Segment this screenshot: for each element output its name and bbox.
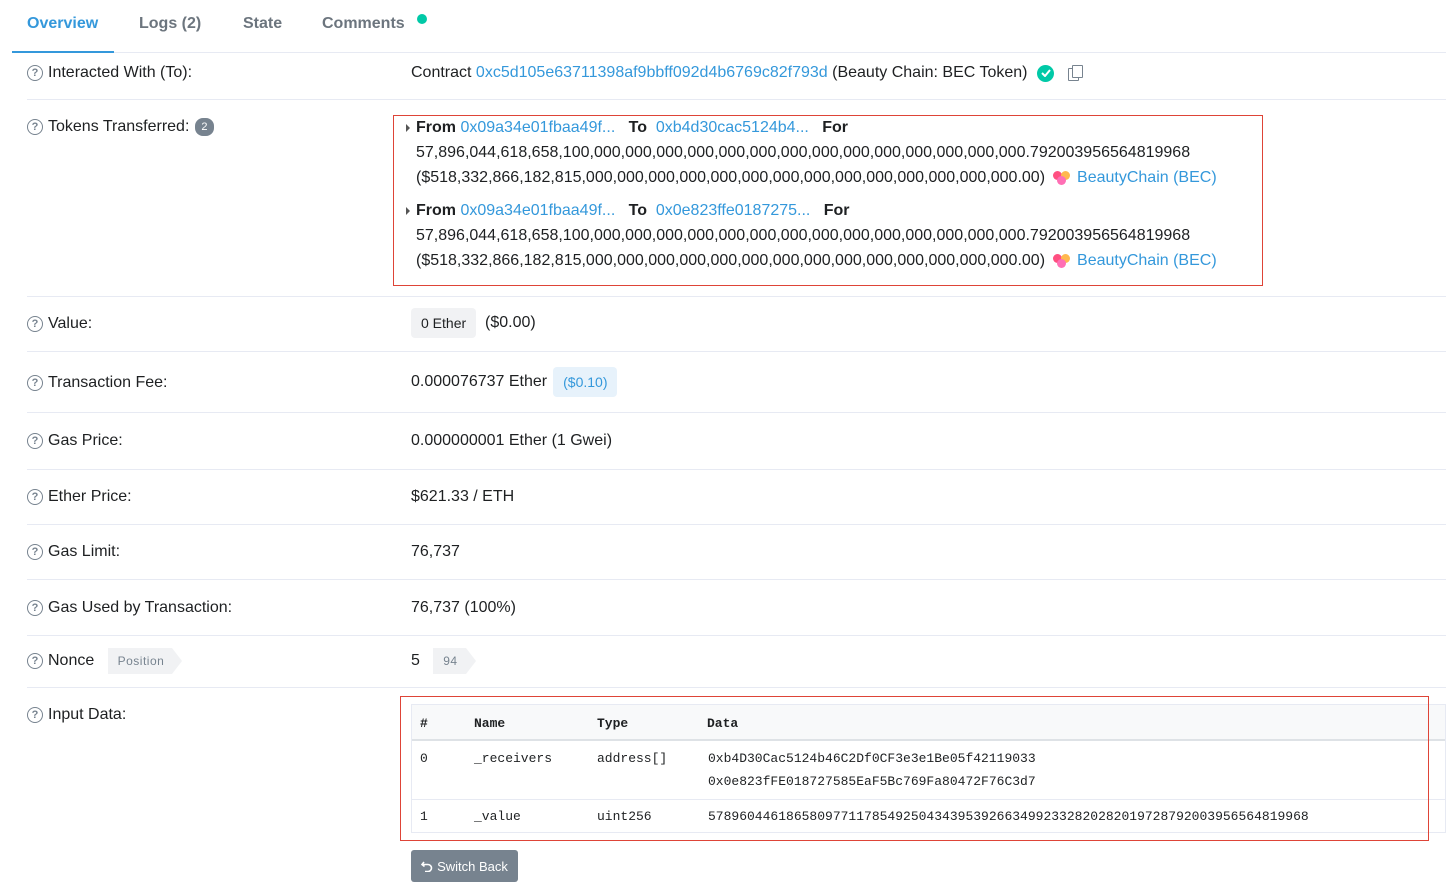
row-value: ? Value: 0 Ether ($0.00) bbox=[27, 297, 1446, 352]
fee-usd-badge: ($0.10) bbox=[553, 367, 618, 397]
transfer-amount: 57,896,044,618,658,100,000,000,000,000,0… bbox=[416, 227, 1191, 244]
value-usd: ($0.00) bbox=[485, 314, 536, 331]
contract-prefix: Contract bbox=[411, 64, 472, 81]
row-nonce: ? Nonce Position 5 94 bbox=[27, 636, 1446, 688]
transaction-fee-label: Transaction Fee: bbox=[48, 374, 168, 391]
comments-notification-dot bbox=[417, 14, 427, 24]
interacted-with-label: Interacted With (To): bbox=[48, 64, 193, 81]
position-tag: Position bbox=[107, 648, 182, 674]
to-address-link[interactable]: 0xb4d30cac5124b4... bbox=[656, 115, 809, 140]
verified-check-icon bbox=[1037, 64, 1055, 82]
help-icon[interactable]: ? bbox=[27, 119, 43, 135]
value-amount-badge: 0 Ether bbox=[411, 308, 477, 338]
to-label: To bbox=[628, 202, 647, 219]
help-icon[interactable]: ? bbox=[27, 433, 43, 449]
tab-comments[interactable]: Comments bbox=[322, 0, 405, 53]
transfer-usd: ($518,332,866,182,815,000,000,000,000,00… bbox=[416, 252, 1046, 269]
tab-bar: Overview Logs (2) State Comments bbox=[12, 0, 1446, 53]
token-link[interactable]: BeautyChain (BEC) bbox=[1077, 248, 1217, 273]
transfer-item: From 0x09a34e01fbaa49f... To 0x0e823ffe0… bbox=[406, 198, 1256, 273]
nonce-value: 5 bbox=[411, 652, 420, 669]
tokens-transferred-label: Tokens Transferred: bbox=[48, 118, 190, 135]
gas-price-label: Gas Price: bbox=[48, 432, 123, 449]
tab-logs[interactable]: Logs (2) bbox=[139, 0, 201, 53]
value-label: Value: bbox=[48, 315, 93, 332]
undo-icon bbox=[421, 861, 433, 872]
row-transaction-fee: ? Transaction Fee: 0.000076737 Ether ($0… bbox=[27, 352, 1446, 413]
gas-limit-label: Gas Limit: bbox=[48, 543, 121, 560]
gas-limit-value: 76,737 bbox=[411, 543, 460, 560]
beautychain-token-icon bbox=[1053, 253, 1071, 269]
copy-icon[interactable] bbox=[1068, 65, 1084, 81]
switch-back-button[interactable]: Switch Back bbox=[411, 850, 518, 882]
to-label: To bbox=[628, 119, 647, 136]
gas-used-label: Gas Used by Transaction: bbox=[48, 599, 233, 616]
position-value-tag: 94 bbox=[433, 648, 477, 674]
ether-price-label: Ether Price: bbox=[48, 488, 132, 505]
from-address-link[interactable]: 0x09a34e01fbaa49f... bbox=[460, 115, 615, 140]
fee-amount: 0.000076737 Ether bbox=[411, 373, 548, 390]
beautychain-token-icon bbox=[1053, 170, 1071, 186]
switch-back-label: Switch Back bbox=[437, 858, 508, 874]
transfer-amount: 57,896,044,618,658,100,000,000,000,000,0… bbox=[416, 144, 1191, 161]
row-gas-used: ? Gas Used by Transaction: 76,737 (100%) bbox=[27, 580, 1446, 636]
to-address-link[interactable]: 0x0e823ffe0187275... bbox=[656, 198, 811, 223]
help-icon[interactable]: ? bbox=[27, 653, 43, 669]
gas-used-value: 76,737 (100%) bbox=[411, 599, 516, 616]
ether-price-value: $621.33 / ETH bbox=[411, 488, 515, 505]
caret-right-icon[interactable] bbox=[406, 206, 410, 215]
gas-price-value: 0.000000001 Ether (1 Gwei) bbox=[411, 432, 613, 449]
transfer-item: From 0x09a34e01fbaa49f... To 0xb4d30cac5… bbox=[406, 115, 1256, 190]
input-data-label: Input Data: bbox=[48, 706, 127, 723]
help-icon[interactable]: ? bbox=[27, 489, 43, 505]
row-gas-price: ? Gas Price: 0.000000001 Ether (1 Gwei) bbox=[27, 413, 1446, 470]
row-gas-limit: ? Gas Limit: 76,737 bbox=[27, 525, 1446, 580]
highlight-box-input-data bbox=[400, 696, 1429, 841]
contract-name: (Beauty Chain: BEC Token) bbox=[832, 64, 1028, 81]
help-icon[interactable]: ? bbox=[27, 544, 43, 560]
help-icon[interactable]: ? bbox=[27, 600, 43, 616]
from-label: From bbox=[416, 202, 456, 219]
for-label: For bbox=[823, 202, 850, 219]
row-interacted-with: ? Interacted With (To): Contract 0xc5d10… bbox=[27, 53, 1446, 100]
transfer-count-badge: 2 bbox=[195, 118, 214, 136]
transfer-usd: ($518,332,866,182,815,000,000,000,000,00… bbox=[416, 169, 1046, 186]
help-icon[interactable]: ? bbox=[27, 316, 43, 332]
tab-state[interactable]: State bbox=[243, 0, 282, 53]
for-label: For bbox=[822, 119, 848, 136]
from-address-link[interactable]: 0x09a34e01fbaa49f... bbox=[460, 198, 615, 223]
nonce-label: Nonce bbox=[48, 652, 95, 669]
contract-address-link[interactable]: 0xc5d105e63711398af9bbff092d4b6769c82f79… bbox=[476, 64, 828, 82]
from-label: From bbox=[416, 119, 456, 136]
tab-overview[interactable]: Overview bbox=[12, 0, 114, 53]
help-icon[interactable]: ? bbox=[27, 375, 43, 391]
help-icon[interactable]: ? bbox=[27, 707, 43, 723]
help-icon[interactable]: ? bbox=[27, 65, 43, 81]
token-link[interactable]: BeautyChain (BEC) bbox=[1077, 165, 1217, 190]
caret-right-icon[interactable] bbox=[406, 123, 410, 132]
row-ether-price: ? Ether Price: $621.33 / ETH bbox=[27, 470, 1446, 525]
